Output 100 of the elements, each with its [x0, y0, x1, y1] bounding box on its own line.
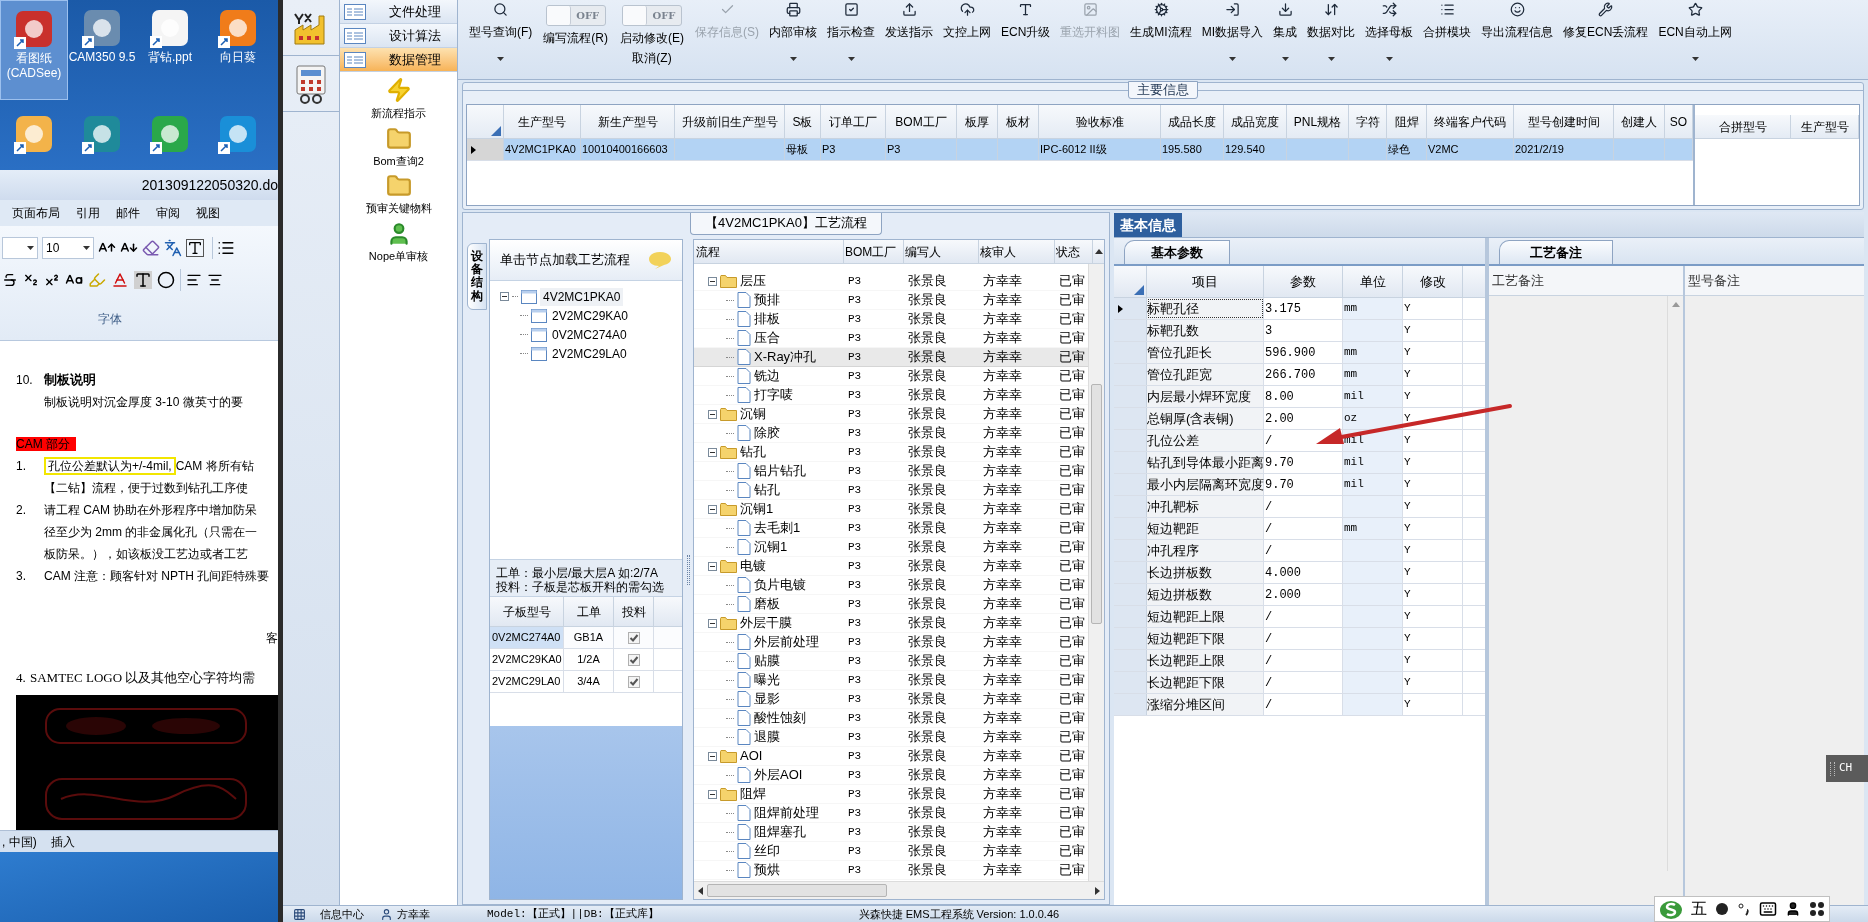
ime-logo-icon[interactable]	[1659, 898, 1683, 920]
column-header[interactable]: 终端客户代码	[1427, 105, 1514, 138]
font-name-field[interactable]	[2, 237, 38, 259]
tree-node[interactable]: 2V2MC29KA0	[550, 306, 631, 325]
toolbar-button[interactable]: 集成	[1268, 0, 1303, 74]
vertical-tab[interactable]: 设备结构	[467, 243, 487, 310]
process-row[interactable]: 退膜 P3 张景良 方幸幸 已审	[694, 728, 1088, 747]
ribbon-tab[interactable]: 邮件	[110, 204, 146, 222]
column-header[interactable]: 阻焊	[1387, 105, 1427, 138]
table-row[interactable]: 最小内层隔离环宽度9.70 mil Y	[1114, 474, 1485, 496]
column-header[interactable]: 升级前旧生产型号	[675, 105, 785, 138]
process-row[interactable]: X-Ray冲孔 P3 张景良 方幸幸 已审	[694, 348, 1088, 367]
process-row[interactable]: 沉铜1 P3 张景良 方幸幸 已审	[694, 500, 1088, 519]
font-color-icon[interactable]	[111, 271, 129, 289]
sub-tab[interactable]: 基本参数	[1124, 240, 1230, 264]
align-center-icon[interactable]	[207, 272, 223, 288]
process-row[interactable]: 打字唛 P3 张景良 方幸幸 已审	[694, 386, 1088, 405]
tree-node[interactable]: 0V2MC274A0	[550, 325, 629, 344]
column-header[interactable]: 工单	[564, 597, 614, 626]
process-row[interactable]: 电镀 P3 张景良 方幸幸 已审	[694, 557, 1088, 576]
process-row[interactable]: 外层干膜 P3 张景良 方幸幸 已审	[694, 614, 1088, 633]
column-header[interactable]: 验收标准	[1039, 105, 1161, 138]
collapse-icon[interactable]	[708, 561, 717, 571]
table-row[interactable]: 涨缩分堆区间 / Y	[1114, 694, 1485, 716]
desktop-shortcut[interactable]: 向日葵	[204, 0, 272, 100]
process-row[interactable]: 曝光 P3 张景良 方幸幸 已审	[694, 671, 1088, 690]
checkbox[interactable]	[627, 631, 640, 644]
ribbon-tab[interactable]: 审阅	[150, 204, 186, 222]
process-row[interactable]: 酸性蚀刻 P3 张景良 方幸幸 已审	[694, 709, 1088, 728]
process-row[interactable]: 负片电镀 P3 张景良 方幸幸 已审	[694, 576, 1088, 595]
moon-icon[interactable]	[1715, 902, 1729, 916]
collapse-icon[interactable]	[708, 751, 717, 761]
column-header[interactable]: 参数	[1264, 266, 1343, 297]
toolbar-button[interactable]: 指示检查	[822, 0, 880, 74]
nav-link[interactable]: Bom查询2	[340, 125, 457, 169]
table-row[interactable]: 标靶孔径 3.175 mm Y	[1114, 298, 1485, 320]
table-row[interactable]: 冲孔程序 / Y	[1114, 540, 1485, 562]
table-row[interactable]: 0V2MC274A0 GB1A	[490, 627, 682, 649]
toolbar-button[interactable]: 发送指示	[880, 0, 938, 74]
person-icon[interactable]	[1785, 901, 1801, 917]
column-header[interactable]: 单位	[1343, 266, 1403, 297]
column-header[interactable]: 板材	[998, 105, 1039, 138]
process-row[interactable]: 铣边 P3 张景良 方幸幸 已审	[694, 367, 1088, 386]
column-header[interactable]: 型号创建时间	[1514, 105, 1614, 138]
superscript-icon[interactable]	[44, 272, 60, 288]
table-row[interactable]: 管位孔距长 596.900 mm Y	[1114, 342, 1485, 364]
table-row[interactable]: 短边靶距 / mm Y	[1114, 518, 1485, 540]
ime-mode[interactable]: 五	[1691, 897, 1707, 921]
column-header[interactable]: 状态	[1055, 240, 1093, 263]
ribbon-tab[interactable]: 视图	[190, 204, 226, 222]
strikethrough-icon[interactable]	[2, 272, 18, 288]
nav-item[interactable]: 文件处理	[340, 0, 457, 24]
table-row[interactable]: 2V2MC29KA0 1/2A	[490, 649, 682, 671]
column-header[interactable]: 生产型号	[1791, 115, 1859, 138]
nav-link[interactable]: 新流程指示	[340, 76, 457, 122]
sub-tab[interactable]: 工艺备注	[1499, 240, 1613, 264]
column-header[interactable]: 项目	[1147, 266, 1264, 297]
column-header[interactable]: BOM工厂	[886, 105, 957, 138]
process-row[interactable]: 丝印 P3 张景良 方幸幸 已审	[694, 842, 1088, 861]
nav-item[interactable]: 设计算法	[340, 24, 457, 48]
column-header[interactable]: BOM工厂	[844, 240, 904, 263]
column-header[interactable]: 字符	[1349, 105, 1387, 138]
calculator-icon[interactable]	[293, 63, 329, 104]
process-row[interactable]: 铝片钻孔 P3 张景良 方幸幸 已审	[694, 462, 1088, 481]
tree-node[interactable]: 2V2MC29LA0	[550, 344, 629, 363]
toolbar-button[interactable]: 型号查询(F)	[464, 0, 538, 74]
table-row[interactable]: 管位孔距宽 266.700 mm Y	[1114, 364, 1485, 386]
process-row[interactable]: AOI P3 张景良 方幸幸 已审	[694, 747, 1088, 766]
vertical-scrollbar[interactable]	[1088, 264, 1104, 881]
vertical-scrollbar[interactable]	[1667, 296, 1683, 871]
process-row[interactable]: 预排 P3 张景良 方幸幸 已审	[694, 291, 1088, 310]
subscript-icon[interactable]	[23, 272, 39, 288]
column-header[interactable]: 流程	[694, 240, 844, 263]
process-row[interactable]: 钻孔 P3 张景良 方幸幸 已审	[694, 481, 1088, 500]
align-left-icon[interactable]	[186, 272, 202, 288]
column-header[interactable]: 修改	[1403, 266, 1463, 297]
column-header[interactable]: 生产型号	[504, 105, 581, 138]
table-row[interactable]: 长边拼板数 4.000 Y	[1114, 562, 1485, 584]
column-header[interactable]: S板	[785, 105, 821, 138]
collapse-icon[interactable]	[708, 618, 717, 628]
punctuation-icon[interactable]	[1737, 902, 1751, 916]
column-header[interactable]: 新生产型号	[581, 105, 675, 138]
process-row[interactable]: 阻焊塞孔 P3 张景良 方幸幸 已审	[694, 823, 1088, 842]
cancel-button[interactable]: 取消(Z)	[632, 49, 672, 67]
ribbon-tab[interactable]: 引用	[70, 204, 106, 222]
keyboard-icon[interactable]	[1759, 900, 1777, 918]
horizontal-scrollbar[interactable]	[694, 881, 1104, 899]
toolbar-button[interactable]: 选择母板	[1360, 0, 1419, 74]
font-size-field[interactable]: 10	[42, 237, 94, 259]
collapse-icon[interactable]	[708, 276, 717, 286]
table-row[interactable]: 总铜厚(含表铜) 2.00 oz Y	[1114, 408, 1485, 430]
tree-node[interactable]: 4V2MC1PKA0	[540, 287, 624, 306]
process-row[interactable]: 除胶 P3 张景良 方幸幸 已审	[694, 424, 1088, 443]
column-header[interactable]: 合拼型号	[1695, 115, 1791, 138]
toolbar-button[interactable]: 修复ECN丢流程	[1558, 0, 1654, 74]
column-header[interactable]: 子板型号	[490, 597, 564, 626]
table-row[interactable]: 短边靶距下限 / Y	[1114, 628, 1485, 650]
column-header[interactable]: 投料	[614, 597, 654, 626]
toolbar-button[interactable]: 内部审核	[764, 0, 822, 74]
column-header[interactable]: 创建人	[1614, 105, 1665, 138]
